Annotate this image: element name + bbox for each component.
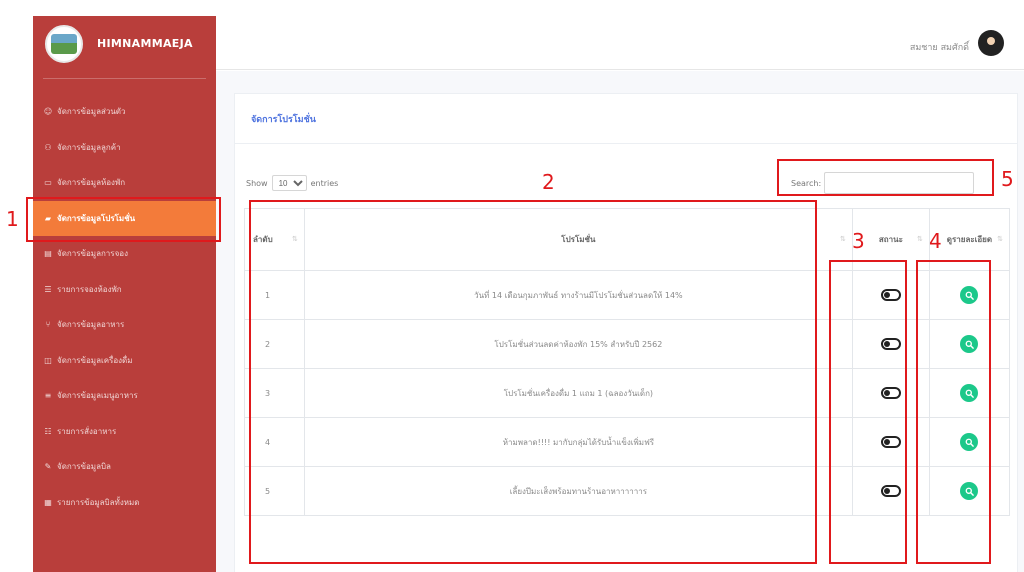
sidebar-item-1[interactable]: ☺ จัดการข้อมูลส่วนตัว: [33, 94, 216, 130]
annotation-label-4: 4: [929, 229, 942, 253]
sidebar-item-label: จัดการข้อมูลห้องพัก: [57, 178, 126, 188]
sort-icon: ⇅: [840, 234, 846, 243]
sort-icon: ⇅: [916, 234, 923, 243]
entries-length-control: Show 10 entries: [246, 175, 338, 191]
annotation-label-5: 5: [1001, 167, 1014, 191]
pen-icon: ✎: [44, 462, 52, 472]
sidebar-item-label: จัดการข้อมูลบิล: [57, 462, 111, 472]
sidebar: HIMNAMMAEJA ☺ จัดการข้อมูลส่วนตัว ⚇ จัดการข…: [33, 16, 216, 572]
annotation-box-5: [777, 159, 994, 196]
sidebar-item-8[interactable]: ◫ จัดการข้อมูลเครื่องดื่ม: [33, 343, 216, 379]
list-icon: ☰: [44, 284, 52, 294]
menu-icon: ≡: [44, 391, 52, 401]
entries-select[interactable]: 10: [271, 175, 307, 191]
sidebar-item-3[interactable]: ▭ จัดการข้อมูลห้องพัก: [33, 165, 216, 201]
annotation-box-4: [916, 260, 991, 564]
sidebar-item-2[interactable]: ⚇ จัดการข้อมูลลูกค้า: [33, 130, 216, 166]
sidebar-item-label: จัดการข้อมูลเครื่องดื่ม: [57, 355, 133, 365]
app-root: HIMNAMMAEJA ☺ จัดการข้อมูลส่วนตัว ⚇ จัดการข…: [0, 0, 1024, 572]
receipt-icon: ▦: [44, 497, 52, 507]
user-name[interactable]: สมชาย สมศักดิ์: [910, 40, 969, 54]
brand[interactable]: HIMNAMMAEJA: [33, 16, 216, 71]
annotation-box-2: [249, 200, 817, 564]
sidebar-item-12[interactable]: ▦ รายการข้อมูลบิลทั้งหมด: [33, 485, 216, 521]
sidebar-divider: [43, 78, 206, 79]
users-icon: ⚇: [44, 142, 52, 152]
sidebar-item-9[interactable]: ≡ จัดการข้อมูลเมนูอาหาร: [33, 378, 216, 414]
column-header-status-label: สถานะ: [878, 235, 903, 244]
sidebar-item-11[interactable]: ✎ จัดการข้อมูลบิล: [33, 449, 216, 485]
annotation-label-2: 2: [542, 170, 555, 194]
brand-logo: [45, 24, 83, 63]
utensils-icon: ⑂: [45, 320, 51, 330]
sidebar-item-label: จัดการข้อมูลการจอง: [57, 249, 128, 259]
entries-label: entries: [310, 178, 339, 188]
page-title: จัดการโปรโมชั่น: [251, 114, 316, 125]
sidebar-item-10[interactable]: ☷ รายการสั่งอาหาร: [33, 414, 216, 450]
sidebar-item-label: จัดการข้อมูลเมนูอาหาร: [57, 391, 138, 401]
brand-name: HIMNAMMAEJA: [97, 37, 193, 50]
sidebar-item-label: รายการสั่งอาหาร: [57, 426, 117, 436]
order-icon: ☷: [44, 426, 52, 436]
column-header-detail-label: ดูรายละเอียด: [946, 235, 993, 244]
cup-icon: ◫: [44, 355, 52, 365]
book-icon: ▤: [44, 249, 52, 259]
sidebar-item-label: รายการข้อมูลบิลทั้งหมด: [57, 497, 140, 507]
annotation-label-1: 1: [6, 207, 19, 231]
bed-icon: ▭: [44, 178, 52, 188]
sidebar-item-label: รายการจองห้องพัก: [57, 284, 122, 294]
sidebar-item-label: จัดการข้อมูลลูกค้า: [57, 142, 121, 152]
avatar[interactable]: [978, 30, 1004, 56]
sidebar-item-7[interactable]: ⑂ จัดการข้อมูลอาหาร: [33, 307, 216, 343]
sort-icon: ⇅: [997, 234, 1003, 243]
sidebar-item-label: จัดการข้อมูลอาหาร: [57, 320, 125, 330]
sidebar-item-6[interactable]: ☰ รายการจองห้องพัก: [33, 272, 216, 308]
annotation-box-3: [829, 260, 907, 564]
annotation-label-3: 3: [852, 229, 865, 253]
user-icon: ☺: [43, 107, 53, 117]
annotation-box-1: [26, 197, 221, 242]
sidebar-nav: ☺ จัดการข้อมูลส่วนตัว ⚇ จัดการข้อมูลลูกค้า ▭…: [33, 94, 216, 520]
show-label: Show: [246, 178, 268, 188]
card-header: จัดการโปรโมชั่น: [235, 94, 1017, 144]
topbar: สมชาย สมศักดิ์: [216, 16, 1024, 70]
sidebar-item-label: จัดการข้อมูลส่วนตัว: [57, 107, 126, 117]
